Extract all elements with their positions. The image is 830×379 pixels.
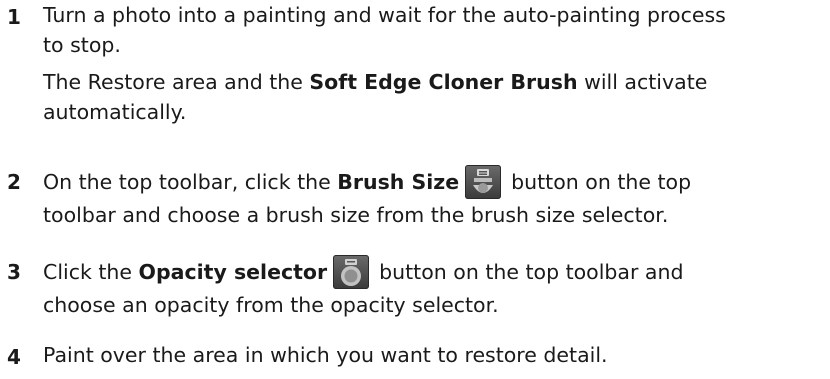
step-text: On the top toolbar, click the Brush Size… <box>43 165 691 199</box>
step-text: Turn a photo into a painting and wait fo… <box>43 3 726 27</box>
step-text: to stop. <box>43 33 121 57</box>
ui-term: Brush Size <box>337 170 460 194</box>
step-number: 1 <box>7 5 21 29</box>
step-text: toolbar and choose a brush size from the… <box>43 203 669 227</box>
text-run: will activate <box>577 70 708 94</box>
text-run: Click the <box>43 260 139 284</box>
brush-size-icon <box>465 165 502 199</box>
step-text: automatically. <box>43 100 187 124</box>
ui-term: Opacity selector <box>138 260 328 284</box>
step-text: The Restore area and the Soft Edge Clone… <box>43 70 707 94</box>
step-text: choose an opacity from the opacity selec… <box>43 293 499 317</box>
ui-term: Soft Edge Cloner Brush <box>309 70 578 94</box>
opacity-selector-icon <box>333 255 370 289</box>
step-text: Click the Opacity selector button on the … <box>43 255 684 289</box>
text-run: The Restore area and the <box>43 70 310 94</box>
step-number: 4 <box>7 345 21 369</box>
step-number: 2 <box>7 170 21 194</box>
text-run: button on the top <box>511 170 692 194</box>
text-run: button on the top toolbar and <box>379 260 684 284</box>
text-run: On the top toolbar, click the <box>43 170 338 194</box>
step-text: Paint over the area in which you want to… <box>43 343 608 367</box>
step-number: 3 <box>7 260 21 284</box>
